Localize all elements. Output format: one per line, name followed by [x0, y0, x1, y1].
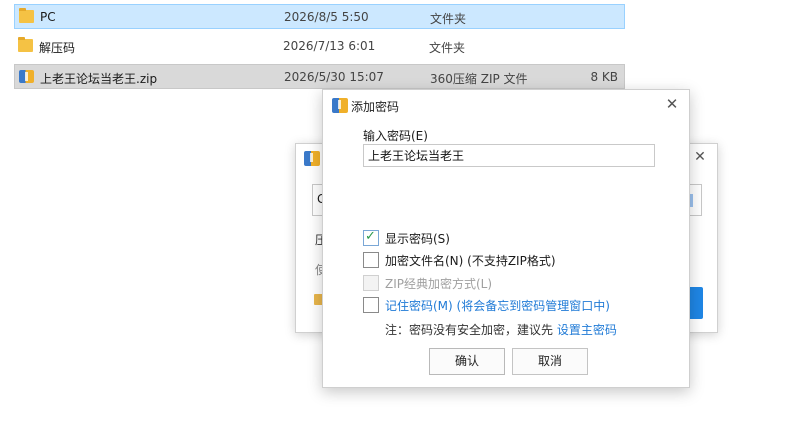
encrypt-filenames-option[interactable]: 加密文件名(N) (不支持ZIP格式) [363, 251, 556, 269]
file-type: 360压缩 ZIP 文件 [430, 72, 528, 86]
zip-classic-encryption-option: ZIP经典加密方式(L) [363, 274, 492, 292]
file-type: 文件夹 [430, 12, 467, 26]
file-name: 解压码 [39, 41, 76, 55]
file-name: PC [40, 10, 56, 24]
set-master-password-link[interactable]: 设置主密码 [557, 323, 617, 337]
security-note-text: 注：密码没有安全加密，建议先 [385, 323, 557, 337]
cancel-button[interactable]: 取消 [512, 348, 588, 375]
dialog-title: 添加密码 [351, 100, 400, 114]
file-name: 上老王论坛当老王.zip [40, 72, 158, 86]
close-icon[interactable]: ✕ [690, 147, 710, 167]
add-password-dialog: 添加密码 ✕ 输入密码(E) ✓ 显示密码(S) 加密文件名(N) (不支持ZI… [322, 89, 690, 388]
file-row-zip[interactable]: 上老王论坛当老王.zip 2026/5/30 15:07 360压缩 ZIP 文… [14, 64, 625, 89]
encrypt-filenames-label: 加密文件名(N) (不支持ZIP格式) [385, 253, 556, 268]
password-label: 输入密码(E) [363, 129, 428, 143]
file-date: 2026/7/13 6:01 [283, 39, 376, 53]
file-date: 2026/5/30 15:07 [284, 70, 384, 84]
show-password-option[interactable]: ✓ 显示密码(S) [363, 229, 450, 247]
encrypt-filenames-checkbox[interactable] [363, 252, 379, 268]
remember-password-option[interactable]: 记住密码(M) (将会备忘到密码管理窗口中) [363, 296, 610, 314]
app-icon [304, 151, 320, 166]
zip-classic-encryption-checkbox [363, 275, 379, 291]
file-row-pc[interactable]: PC 2026/8/5 5:50 文件夹 [14, 4, 625, 29]
folder-icon [19, 8, 34, 23]
check-icon: ✓ [365, 229, 376, 244]
folder-icon [18, 37, 33, 52]
password-input[interactable] [363, 144, 655, 167]
remember-password-checkbox[interactable] [363, 297, 379, 313]
file-row-unzip-code[interactable]: 解压码 2026/7/13 6:01 文件夹 [14, 34, 625, 59]
show-password-label: 显示密码(S) [385, 231, 450, 246]
file-date: 2026/8/5 5:50 [284, 10, 369, 24]
file-type: 文件夹 [429, 41, 466, 55]
remember-password-label: 记住密码(M) (将会备忘到密码管理窗口中) [385, 298, 610, 313]
zip-archive-icon [19, 70, 34, 83]
desktop-stage: PC 2026/8/5 5:50 文件夹 解压码 2026/7/13 6:01 … [0, 0, 800, 425]
security-note: 注：密码没有安全加密，建议先 设置主密码 [385, 321, 617, 338]
file-size: 8 KB [590, 70, 618, 84]
zip-classic-encryption-label: ZIP经典加密方式(L) [385, 276, 493, 291]
app-icon [332, 98, 348, 113]
close-button[interactable]: ✕ [661, 93, 683, 115]
show-password-checkbox[interactable]: ✓ [363, 229, 379, 246]
confirm-button[interactable]: 确认 [429, 348, 505, 375]
